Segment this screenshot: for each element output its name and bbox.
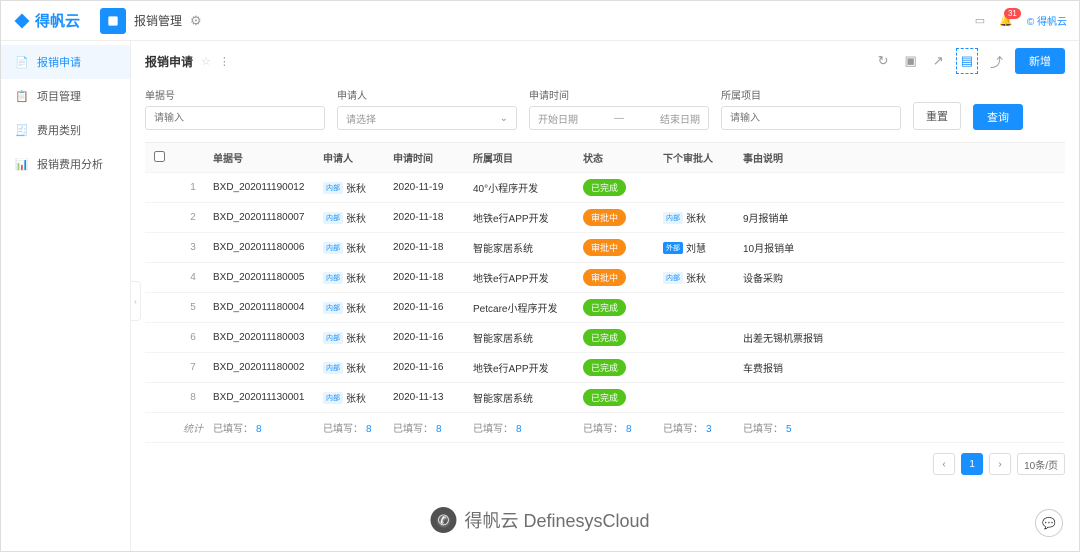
filter-proj-input[interactable]	[721, 106, 901, 130]
table-row[interactable]: 2BXD_202011180007内部张秋2020-11-18地铁e行APP开发…	[145, 203, 1065, 233]
chevron-down-icon: ⌄	[500, 113, 508, 124]
sidebar-label: 报销费用分析	[37, 156, 103, 172]
sidebar-icon: 🧾	[15, 124, 29, 137]
logo[interactable]: 得帆云	[13, 10, 80, 31]
select-all[interactable]	[154, 151, 165, 162]
watermark-text: 得帆云 DefinesysCloud	[464, 507, 649, 533]
app-icon[interactable]	[100, 8, 126, 34]
monitor-icon[interactable]: ▭	[975, 14, 985, 27]
table-row[interactable]: 5BXD_202011180004内部张秋2020-11-16Petcare小程…	[145, 293, 1065, 323]
user-link[interactable]: © 得帆云	[1027, 13, 1067, 28]
table-row[interactable]: 8BXD_202011130001内部张秋2020-11-13智能家居系统已完成	[145, 383, 1065, 413]
toolbar: ↻ ▣ ↗ ▤ ⤴ 新增	[874, 48, 1065, 75]
sidebar-icon: 📋	[15, 90, 29, 103]
refresh-icon[interactable]: ↻	[874, 49, 893, 73]
layout-icon[interactable]: ▤	[956, 48, 978, 74]
table-row[interactable]: 4BXD_202011180005内部张秋2020-11-18地铁e行APP开发…	[145, 263, 1065, 293]
settings-icon[interactable]: ⚙	[190, 13, 202, 29]
share-icon[interactable]: ⤴	[986, 48, 1007, 75]
page-1[interactable]: 1	[961, 453, 983, 475]
filter-id-input[interactable]	[145, 106, 325, 130]
chat-button[interactable]: 💬	[1035, 509, 1063, 537]
notification-badge: 31	[1004, 8, 1021, 19]
page-title: 报销申请	[145, 53, 193, 70]
table-row[interactable]: 1BXD_202011190012内部张秋2020-11-1940°小程序开发已…	[145, 173, 1065, 203]
filter-time-label: 申请时间	[529, 87, 709, 102]
sidebar-label: 项目管理	[37, 88, 81, 104]
reset-button[interactable]: 重置	[913, 102, 961, 130]
watermark: ✆ 得帆云 DefinesysCloud	[430, 507, 649, 533]
logo-text: 得帆云	[35, 10, 80, 31]
pagination: ‹ 1 › 10条/页	[131, 443, 1079, 485]
sidebar-icon: 📊	[15, 158, 29, 171]
table-stats: 统计已填写：8已填写：8已填写：8已填写：8已填写：8已填写：3已填写：5	[145, 413, 1065, 443]
table-row[interactable]: 6BXD_202011180003内部张秋2020-11-16智能家居系统已完成…	[145, 323, 1065, 353]
logo-icon	[13, 12, 31, 30]
sidebar-icon: 📄	[15, 56, 29, 69]
table-row[interactable]: 3BXD_202011180006内部张秋2020-11-18智能家居系统审批中…	[145, 233, 1065, 263]
filter-apl-select[interactable]: 请选择⌄	[337, 106, 517, 130]
filter-proj-label: 所属项目	[721, 87, 901, 102]
header: 得帆云 报销管理 ⚙ ▭ 🔔31 © 得帆云	[1, 1, 1079, 41]
sidebar-item-0[interactable]: 📄 报销申请	[1, 45, 130, 79]
table: 单据号申请人申请时间所属项目状态下个审批人事由说明1BXD_2020111900…	[145, 142, 1065, 443]
wechat-icon: ✆	[430, 507, 456, 533]
table-row[interactable]: 7BXD_202011180002内部张秋2020-11-16地铁e行APP开发…	[145, 353, 1065, 383]
more-icon[interactable]: ⋮	[219, 55, 230, 68]
sidebar-label: 费用类别	[37, 122, 81, 138]
table-header: 单据号申请人申请时间所属项目状态下个审批人事由说明	[145, 143, 1065, 173]
prev-page[interactable]: ‹	[933, 453, 955, 475]
filter-time-range[interactable]: 开始日期—结束日期	[529, 106, 709, 130]
next-page[interactable]: ›	[989, 453, 1011, 475]
image-icon[interactable]: ▣	[900, 49, 920, 73]
search-button[interactable]: 查询	[973, 104, 1023, 130]
page-head: 报销申请 ☆ ⋮ ↻ ▣ ↗ ▤ ⤴ 新增	[131, 41, 1079, 81]
filter-apl-label: 申请人	[337, 87, 517, 102]
sidebar-item-2[interactable]: 🧾 费用类别	[1, 113, 130, 147]
filters: 单据号 申请人 请选择⌄ 申请时间 开始日期—结束日期 所属项目 重置 查询	[131, 81, 1079, 142]
page-size[interactable]: 10条/页	[1017, 453, 1065, 475]
sidebar-item-1[interactable]: 📋 项目管理	[1, 79, 130, 113]
favorite-icon[interactable]: ☆	[201, 55, 211, 68]
app-name: 报销管理	[134, 12, 182, 29]
notification-icon[interactable]: 🔔31	[999, 14, 1013, 27]
export-icon[interactable]: ↗	[929, 49, 948, 73]
filter-id-label: 单据号	[145, 87, 325, 102]
sidebar-item-3[interactable]: 📊 报销费用分析	[1, 147, 130, 181]
sidebar-label: 报销申请	[37, 54, 81, 70]
new-button[interactable]: 新增	[1015, 48, 1065, 74]
sidebar: 📄 报销申请 📋 项目管理 🧾 费用类别 📊 报销费用分析	[1, 41, 131, 551]
content: 报销申请 ☆ ⋮ ↻ ▣ ↗ ▤ ⤴ 新增 单据号 申请人 请选择⌄ 申请时间	[131, 41, 1079, 551]
